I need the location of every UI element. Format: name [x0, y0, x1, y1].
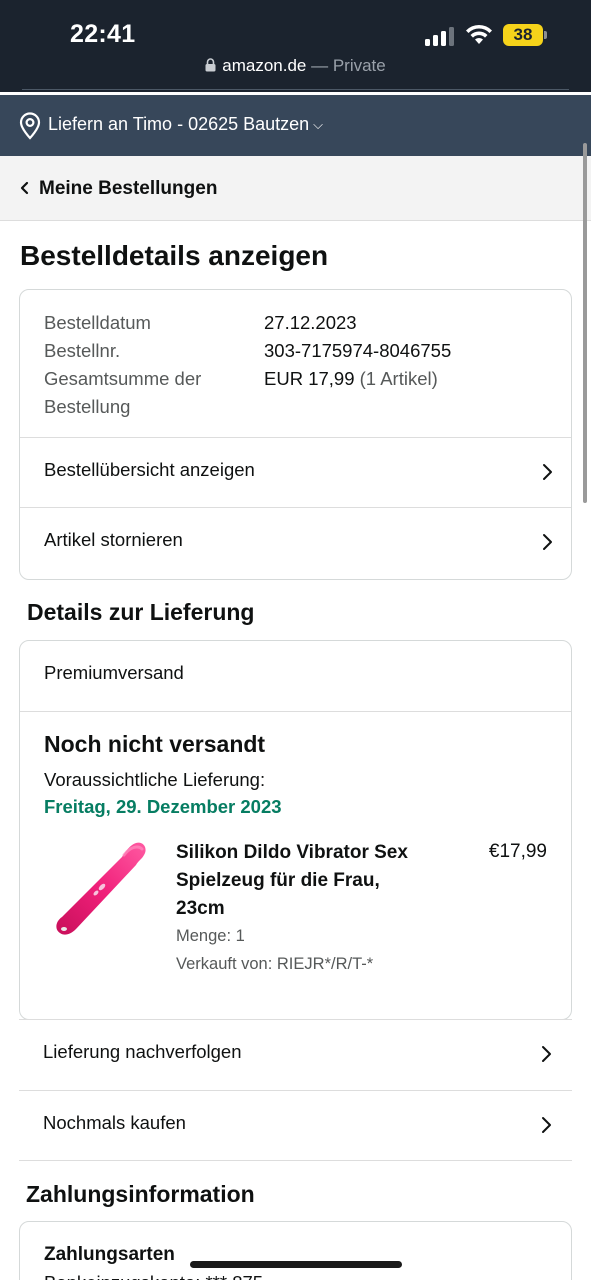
back-to-orders-link[interactable]: Meine Bestellungen — [0, 156, 591, 221]
battery-icon: 38 — [503, 24, 543, 46]
chevron-right-icon — [542, 1117, 551, 1133]
order-number-value: 303-7175974-8046755 — [264, 340, 452, 361]
view-order-summary-link[interactable]: Bestellübersicht anzeigen — [20, 437, 571, 507]
payment-method-value: Bankeinzugskonto: *** 875 — [44, 1272, 263, 1280]
location-pin-icon — [19, 112, 41, 140]
order-date-label: Bestelldatum — [44, 312, 151, 333]
product-title-link[interactable]: Silikon Dildo Vibrator Sex Spielzeug für… — [176, 839, 416, 923]
cancel-items-link[interactable]: Artikel stornieren — [20, 507, 571, 577]
chevron-right-icon — [542, 1046, 551, 1062]
shipment-status: Noch nicht versandt — [44, 731, 266, 757]
order-date-value: 27.12.2023 — [264, 312, 357, 333]
order-number-row: Bestellnr. 303-7175974-8046755 — [44, 337, 554, 365]
product-image[interactable] — [50, 837, 150, 947]
home-indicator[interactable] — [190, 1261, 402, 1268]
shipment-card: Premiumversand Noch nicht versandt Vorau… — [19, 640, 572, 1020]
order-total-label: Gesamtsumme der Bestellung — [44, 368, 202, 417]
delivery-details-heading: Details zur Lieferung — [27, 599, 255, 625]
track-package-label: Lieferung nachverfolgen — [43, 1041, 242, 1062]
deliver-to-bar[interactable]: Liefern an Timo - 02625 Bautzen ⌵ — [0, 95, 591, 156]
battery-cap — [544, 31, 547, 39]
clock: 22:41 — [70, 20, 136, 48]
view-order-summary-label: Bestellübersicht anzeigen — [44, 459, 255, 480]
order-details-page: 22:41 38 amazon.de — Private Liefern an … — [0, 0, 591, 1280]
cancel-items-label: Artikel stornieren — [44, 529, 183, 550]
signal-icon — [425, 26, 455, 46]
expected-delivery-label: Voraussichtliche Lieferung: — [44, 769, 266, 790]
order-total-value: EUR 17,99 (1 Artikel) — [264, 365, 438, 393]
order-item-count: (1 Artikel) — [359, 368, 438, 389]
product-quantity: Menge: 1 — [176, 927, 245, 945]
expected-delivery-date: Freitag, 29. Dezember 2023 — [44, 796, 282, 817]
wifi-icon — [466, 24, 492, 44]
shipping-method: Premiumversand — [44, 662, 184, 683]
status-bar: 22:41 38 amazon.de — Private — [0, 0, 591, 92]
divider — [22, 89, 569, 90]
deliver-to-text: Liefern an Timo - 02625 Bautzen — [48, 114, 310, 134]
payment-card: Zahlungsarten Bankeinzugskonto: *** 875 — [19, 1221, 572, 1280]
order-total-amount: EUR 17,99 — [264, 368, 355, 389]
private-label: — Private — [306, 56, 386, 75]
order-summary-card: Bestelldatum 27.12.2023 Bestellnr. 303-7… — [19, 289, 572, 580]
lock-icon — [205, 58, 216, 72]
address-bar[interactable]: amazon.de — Private — [0, 56, 591, 80]
order-date-row: Bestelldatum 27.12.2023 — [44, 309, 554, 337]
payment-heading: Zahlungsinformation — [26, 1181, 255, 1207]
order-number-label: Bestellnr. — [44, 340, 121, 361]
product-price: €17,99 — [488, 841, 547, 862]
chevron-right-icon — [543, 534, 552, 550]
divider — [20, 711, 571, 712]
product-seller: Verkauft von: RIEJR*/R/T-* — [176, 955, 374, 973]
divider — [19, 1160, 572, 1161]
track-package-link[interactable]: Lieferung nachverfolgen — [19, 1019, 572, 1089]
back-label: Meine Bestellungen — [39, 178, 218, 199]
chevron-left-icon — [20, 181, 29, 195]
payment-methods-label: Zahlungsarten — [44, 1244, 175, 1265]
buy-again-link[interactable]: Nochmals kaufen — [19, 1090, 572, 1160]
url-text: amazon.de — [222, 56, 307, 75]
order-total-row: Gesamtsumme der Bestellung EUR 17,99 (1 … — [44, 365, 554, 421]
deliver-to-label: Liefern an Timo - 02625 Bautzen ⌵ — [48, 114, 323, 135]
chevron-down-icon: ⌵ — [313, 117, 324, 132]
chevron-right-icon — [543, 464, 552, 480]
buy-again-label: Nochmals kaufen — [43, 1112, 186, 1133]
page-title: Bestelldetails anzeigen — [20, 240, 329, 271]
scrollbar[interactable] — [583, 143, 587, 503]
